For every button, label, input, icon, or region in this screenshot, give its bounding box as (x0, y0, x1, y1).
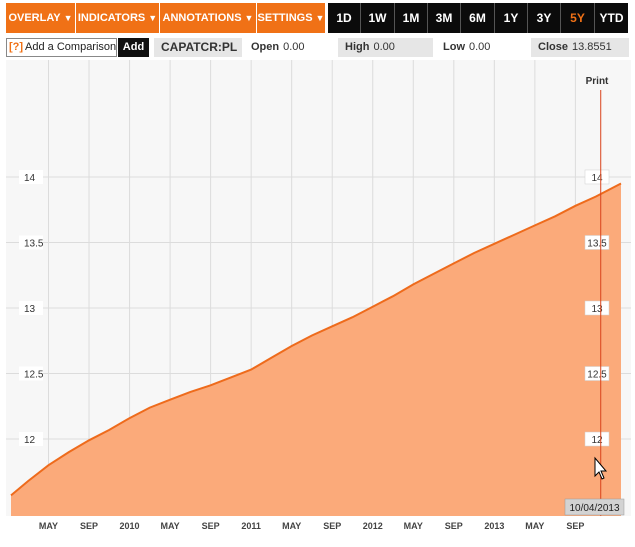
y-tick-label-right: 13 (591, 304, 603, 315)
y-tick-label-right: 12 (591, 435, 603, 446)
overlay-menu[interactable]: OVERLAY ▼ (6, 3, 76, 33)
chart-toolbar: OVERLAY ▼ INDICATORS ▼ ANNOTATIONS ▼ SETTIN… (0, 0, 635, 36)
range-1m-button[interactable]: 1M (395, 3, 428, 33)
x-tick-label: 2013 (484, 521, 504, 531)
x-tick-label: MAY (39, 521, 58, 531)
y-tick-label-right: 13.5 (587, 238, 607, 249)
comparison-placeholder: Add a Comparison (25, 41, 117, 53)
y-tick-label-right: 12.5 (587, 370, 607, 381)
indicators-menu[interactable]: INDICATORS ▼ (76, 3, 160, 33)
cursor-date: 10/04/2013 (569, 503, 619, 514)
x-tick-label: MAY (160, 521, 179, 531)
range-3m-button[interactable]: 3M (428, 3, 461, 33)
range-ytd-button[interactable]: YTD (595, 3, 628, 33)
x-tick-label: SEP (445, 521, 463, 531)
annotations-menu-label: ANNOTATIONS (162, 12, 242, 24)
overlay-menu-label: OVERLAY (8, 12, 61, 24)
x-axis: MAY SEP 2010 MAY SEP 2011 MAY SEP 2012 MAY SEP 2013… (39, 521, 585, 531)
y-tick-label: 12.5 (24, 370, 44, 381)
x-tick-label: 2010 (120, 521, 140, 531)
open-value: 0.00 (283, 41, 305, 53)
high-value: 0.00 (373, 41, 395, 53)
settings-menu[interactable]: SETTINGS ▼ (257, 3, 326, 33)
x-tick-label: 2012 (363, 521, 383, 531)
range-1w-button[interactable]: 1W (361, 3, 395, 33)
comparison-input[interactable]: [?] Add a Comparison (6, 38, 117, 57)
quote-info-bar: [?] Add a Comparison Add CAPATCR:PL Open 0… (0, 36, 635, 60)
open-label: Open (251, 41, 280, 53)
price-chart[interactable]: 12 12.5 13 13.5 14 12 12.5 13 13.5 14 Print MAY S… (0, 60, 635, 547)
close-value: 13.8551 (571, 41, 612, 53)
chevron-down-icon: ▼ (63, 13, 73, 23)
range-1y-button[interactable]: 1Y (495, 3, 528, 33)
x-tick-label: MAY (404, 521, 423, 531)
x-tick-label: SEP (202, 521, 220, 531)
y-tick-label: 14 (24, 173, 36, 184)
open-stat: Open 0.00 (244, 38, 334, 57)
range-5y-button[interactable]: 5Y (561, 3, 595, 33)
low-value: 0.00 (469, 41, 491, 53)
x-tick-label: MAY (282, 521, 301, 531)
y-tick-label: 13.5 (24, 238, 44, 249)
settings-menu-label: SETTINGS (257, 12, 313, 24)
range-3y-button[interactable]: 3Y (528, 3, 561, 33)
x-tick-label: SEP (566, 521, 584, 531)
chevron-down-icon: ▼ (244, 13, 254, 23)
low-label: Low (443, 41, 465, 53)
x-tick-label: SEP (323, 521, 341, 531)
y-tick-label: 13 (24, 304, 36, 315)
y-tick-label: 12 (24, 435, 36, 446)
help-icon[interactable]: [?] (9, 41, 23, 53)
chevron-down-icon: ▼ (315, 13, 325, 23)
y-tick-label-right: 14 (591, 173, 603, 184)
high-stat: High 0.00 (338, 38, 433, 57)
chevron-down-icon: ▼ (148, 13, 158, 23)
x-tick-label: 2011 (241, 521, 261, 531)
x-tick-label: SEP (80, 521, 98, 531)
close-label: Close (538, 41, 568, 53)
range-6m-button[interactable]: 6M (461, 3, 495, 33)
range-1d-button[interactable]: 1D (328, 3, 361, 33)
indicators-menu-label: INDICATORS (77, 12, 146, 24)
close-stat: Close 13.8551 (531, 38, 629, 57)
ticker-symbol: CAPATCR:PL (154, 38, 242, 57)
add-comparison-button[interactable]: Add (118, 38, 149, 57)
print-button[interactable]: Print (586, 76, 609, 87)
x-tick-label: MAY (525, 521, 544, 531)
annotations-menu[interactable]: ANNOTATIONS ▼ (160, 3, 257, 33)
low-stat: Low 0.00 (436, 38, 529, 57)
high-label: High (345, 41, 370, 53)
